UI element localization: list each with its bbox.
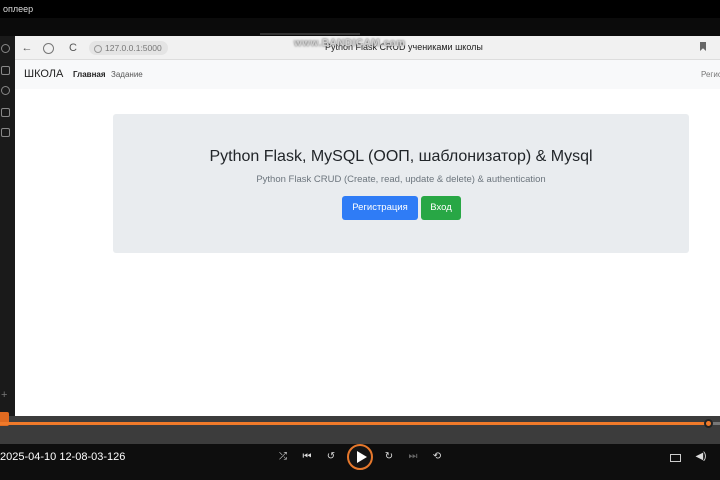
rewind-10-icon[interactable]: ↺ — [324, 450, 338, 464]
site-brand[interactable]: ШКОЛА — [24, 68, 63, 80]
site-navbar: ШКОЛА Главная Задание Регистр — [15, 60, 720, 89]
capture-icon[interactable] — [1, 128, 10, 137]
hero-subheading: Python Flask CRUD (Create, read, update … — [256, 174, 546, 185]
url-field[interactable]: 127.0.0.1:5000 — [89, 41, 168, 55]
library-icon[interactable] — [1, 66, 10, 75]
reload-icon[interactable]: C — [66, 41, 80, 55]
back-icon[interactable]: ← — [20, 41, 34, 55]
recording-timestamp: 2025-04-10 12-08-03-126 — [0, 451, 126, 463]
player-toolbar-gap — [0, 18, 720, 36]
login-button[interactable]: Вход — [421, 196, 461, 220]
subtitles-icon[interactable] — [670, 454, 681, 462]
hero-heading: Python Flask, MySQL (ООП, шаблонизатор) … — [209, 148, 593, 165]
seek-handle[interactable] — [704, 419, 713, 428]
hero-jumbotron: Python Flask, MySQL (ООП, шаблонизатор) … — [113, 114, 689, 253]
bookmark-icon[interactable] — [700, 42, 706, 51]
register-button[interactable]: Регистрация — [342, 196, 418, 220]
next-icon[interactable]: ⏭ — [406, 450, 420, 464]
nav-link-task[interactable]: Задание — [111, 70, 143, 79]
play-icon[interactable] — [347, 444, 373, 470]
previous-icon[interactable]: ⏮ — [300, 450, 314, 464]
bandicam-watermark: www.BANDICAM.com — [294, 38, 406, 49]
nav-link-home[interactable]: Главная — [73, 70, 106, 79]
nav-link-register[interactable]: Регистр — [701, 70, 720, 79]
extension-icon[interactable] — [43, 43, 54, 54]
play-circle-icon[interactable] — [1, 86, 10, 95]
seek-area — [0, 416, 720, 444]
player-title: оплеер — [0, 0, 720, 18]
volume-icon[interactable]: ◀) — [694, 450, 708, 464]
folder-icon[interactable] — [1, 108, 10, 117]
seek-progress — [0, 422, 706, 425]
history-icon[interactable] — [1, 44, 10, 53]
drag-handle[interactable] — [260, 33, 360, 35]
player-sidebar: + — [0, 36, 15, 416]
forward-30-icon[interactable]: ↻ — [382, 450, 396, 464]
add-icon[interactable]: + — [1, 390, 7, 401]
repeat-off-icon[interactable]: ⟲ — [430, 450, 444, 464]
player-controls: 2025-04-10 12-08-03-126 ⤮ ⏮ ↺ ↻ ⏭ ⟲ ◀) — [0, 444, 720, 480]
browser-window: ← C 127.0.0.1:5000 Python Flask CRUD уче… — [15, 36, 720, 416]
shuffle-icon[interactable]: ⤮ — [276, 450, 290, 464]
player-window: оплеер + ← C 127.0.0.1:5000 Python Flask… — [0, 0, 720, 480]
